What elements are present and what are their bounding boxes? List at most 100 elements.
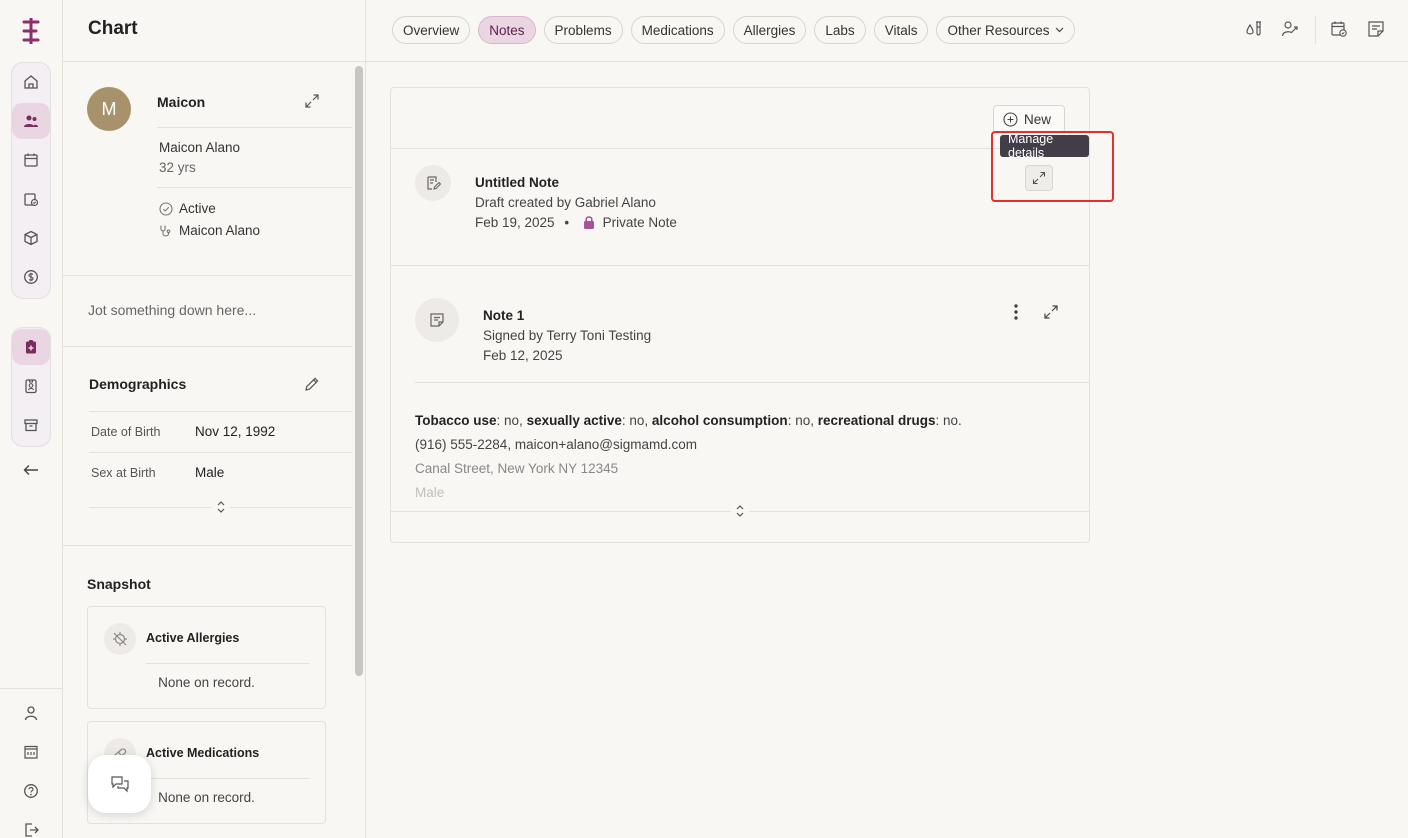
note-icon[interactable] — [1367, 20, 1385, 38]
patient-display-name: Maicon — [157, 94, 206, 110]
lab-order-icon[interactable] — [1245, 20, 1263, 38]
note-body-contact: (916) 555-2284, maicon+alano@sigmamd.com — [415, 437, 697, 452]
snapshot-card-title: Active Medications — [146, 746, 260, 760]
sex-label: Sex at Birth — [91, 466, 156, 480]
more-options-icon[interactable] — [1013, 303, 1019, 321]
snapshot-card-value: None on record. — [158, 675, 255, 690]
tasks-icon[interactable] — [12, 181, 50, 217]
tab-medications[interactable]: Medications — [630, 16, 725, 44]
tab-labs[interactable]: Labs — [814, 16, 866, 44]
building-icon[interactable] — [11, 734, 51, 770]
divider — [391, 148, 1089, 149]
body-value: : no, — [787, 413, 818, 428]
note-author: Draft created by Gabriel Alano — [475, 195, 656, 210]
dob-value: Nov 12, 1992 — [195, 424, 276, 439]
chevron-down-icon — [1055, 27, 1064, 33]
tab-vitals[interactable]: Vitals — [873, 16, 929, 44]
rail-secondary-group — [11, 327, 51, 447]
expand-icon — [1032, 171, 1046, 185]
patient-age: 32 yrs — [159, 160, 196, 175]
chat-button[interactable] — [88, 755, 151, 813]
tab-label: Other Resources — [947, 22, 1050, 38]
divider — [89, 411, 352, 412]
new-note-button[interactable]: New — [993, 105, 1065, 133]
divider — [63, 275, 352, 276]
plus-circle-icon — [1003, 111, 1018, 127]
expand-toggle-icon[interactable] — [212, 499, 230, 515]
scrollbar-thumb[interactable] — [355, 66, 363, 676]
patients-icon[interactable] — [12, 103, 50, 139]
note-body-social: Tobacco use: no, sexually active: no, al… — [415, 413, 962, 428]
divider — [1315, 16, 1316, 44]
body-value: : no, — [496, 413, 527, 428]
clipboard-icon[interactable] — [12, 329, 50, 365]
divider — [146, 778, 309, 779]
lock-icon — [583, 215, 595, 229]
note-title[interactable]: Note 1 — [483, 308, 524, 323]
badge-icon[interactable] — [12, 368, 50, 404]
expand-toggle-icon[interactable] — [731, 503, 749, 519]
expand-icon[interactable] — [304, 93, 320, 109]
body-key: recreational drugs — [817, 413, 936, 428]
sidebar-scrollbar[interactable] — [352, 63, 366, 838]
notes-panel: New Untitled Note Draft created by Gabri… — [390, 87, 1114, 543]
active-allergies-card[interactable]: Active Allergies None on record. — [87, 606, 326, 709]
check-circle-icon — [159, 202, 173, 216]
draft-note-icon — [415, 165, 451, 201]
divider — [63, 545, 352, 546]
allergy-icon — [104, 623, 136, 655]
calendar-icon[interactable] — [12, 142, 50, 178]
note-title[interactable]: Untitled Note — [475, 175, 559, 190]
page-title: Chart — [63, 0, 365, 62]
note-body-sex: Male — [415, 485, 445, 500]
snapshot-card-title: Active Allergies — [146, 631, 240, 645]
tab-allergies[interactable]: Allergies — [732, 16, 807, 44]
note-date: Feb 12, 2025 — [483, 348, 563, 363]
patient-full-name: Maicon Alano — [159, 140, 241, 155]
referral-icon[interactable] — [1281, 20, 1299, 38]
chart-tabs: Overview Notes Problems Medications Alle… — [392, 16, 1075, 44]
billing-icon[interactable] — [12, 259, 50, 295]
tab-notes[interactable]: Notes — [478, 16, 536, 44]
rail-main-group — [11, 62, 51, 299]
note-meta: Feb 19, 2025 • Private Note — [475, 215, 677, 230]
divider — [157, 187, 352, 188]
jot-note-input[interactable]: Jot something down here... — [88, 302, 256, 318]
pencil-icon[interactable] — [304, 376, 320, 392]
note-author: Signed by Terry Toni Testing — [483, 328, 652, 343]
tab-overview[interactable]: Overview — [392, 16, 471, 44]
schedule-icon[interactable] — [1330, 20, 1348, 38]
body-key: alcohol consumption — [651, 413, 788, 428]
expand-icon[interactable] — [1043, 304, 1059, 320]
left-rail — [0, 0, 63, 838]
separator-dot: • — [564, 215, 570, 230]
manage-details-button[interactable] — [1025, 165, 1053, 191]
body-value: : no. — [935, 413, 962, 428]
help-icon[interactable] — [11, 773, 51, 809]
note-body-address: Canal Street, New York NY 12345 — [415, 461, 619, 476]
rail-bottom-group — [0, 688, 63, 838]
body-key: Tobacco use — [415, 413, 497, 428]
divider — [63, 346, 352, 347]
brand-logo-icon[interactable] — [20, 18, 42, 44]
archive-icon[interactable] — [12, 407, 50, 443]
divider — [89, 452, 352, 453]
patient-status: Active — [179, 201, 216, 216]
logout-icon[interactable] — [11, 812, 51, 838]
tab-other-resources[interactable]: Other Resources — [936, 16, 1075, 44]
divider — [415, 382, 1089, 383]
home-icon[interactable] — [12, 64, 50, 100]
box-icon[interactable] — [12, 220, 50, 256]
demographics-title: Demographics — [89, 376, 187, 392]
note-date: Feb 19, 2025 — [475, 215, 555, 230]
new-note-label: New — [1024, 111, 1052, 127]
user-icon[interactable] — [11, 695, 51, 731]
chart-sidebar: Chart M Maicon Maicon Alano 32 yrs Activ… — [63, 0, 366, 838]
arrow-left-icon[interactable] — [11, 452, 51, 488]
dob-label: Date of Birth — [91, 425, 161, 439]
tab-problems[interactable]: Problems — [543, 16, 623, 44]
divider — [157, 127, 352, 128]
manage-details-tooltip: Manage details — [1000, 132, 1089, 160]
top-bar: Overview Notes Problems Medications Alle… — [366, 0, 1408, 62]
privacy-label: Private Note — [602, 215, 677, 230]
